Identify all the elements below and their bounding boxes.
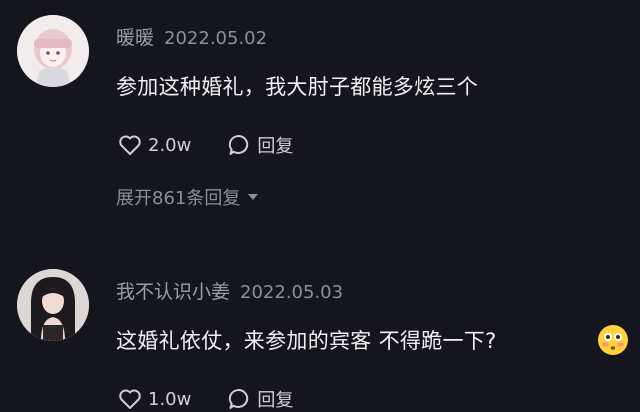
cartoon-girl-avatar-icon	[17, 15, 89, 87]
timestamp: 2022.05.02	[164, 28, 268, 49]
speech-bubble-icon	[229, 388, 249, 409]
comment-text: 这婚礼依仗，来参加的宾客 不得跪一下?	[116, 329, 497, 353]
timestamp: 2022.05.03	[240, 282, 344, 303]
username[interactable]: 我不认识小姜 2022.05.03	[116, 277, 343, 304]
like-button[interactable]: 1.0w	[118, 388, 191, 410]
comment-text: 参加这种婚礼，我大肘子都能多炫三个	[116, 75, 479, 99]
expand-replies-label[interactable]: 展开861条回复	[116, 184, 240, 210]
comment-item: 我不认识小姜 2022.05.03 这婚礼依仗，来参加的宾客 不得跪一下? 1.0…	[0, 230, 640, 412]
comment-actions: 1.0w 回复	[118, 386, 329, 412]
comment-item: 暖暖 2022.05.02 参加这种婚礼，我大肘子都能多炫三个 2.0w 回复 展…	[0, 0, 640, 230]
expand-replies-button[interactable]: 展开861条回复	[116, 184, 259, 210]
reply-label[interactable]: 回复	[257, 132, 293, 158]
username-text[interactable]: 暖暖	[116, 27, 154, 49]
reply-button[interactable]: 回复	[227, 386, 293, 412]
reply-button[interactable]: 回复	[227, 132, 293, 158]
heart-icon	[119, 135, 141, 155]
username-text[interactable]: 我不认识小姜	[116, 281, 230, 303]
comment-actions: 2.0w 回复	[118, 132, 329, 158]
avatar[interactable]	[17, 269, 89, 341]
avatar[interactable]	[17, 15, 89, 87]
like-count: 2.0w	[148, 134, 192, 156]
caret-down-icon	[248, 194, 259, 200]
reply-label[interactable]: 回复	[257, 386, 293, 412]
username[interactable]: 暖暖 2022.05.02	[116, 23, 267, 50]
flushed-face-emoji-icon	[598, 325, 628, 355]
heart-icon	[119, 389, 141, 409]
like-button[interactable]: 2.0w	[118, 134, 191, 156]
photo-avatar-icon	[17, 269, 89, 341]
speech-bubble-icon	[229, 134, 249, 155]
like-count: 1.0w	[148, 388, 192, 410]
